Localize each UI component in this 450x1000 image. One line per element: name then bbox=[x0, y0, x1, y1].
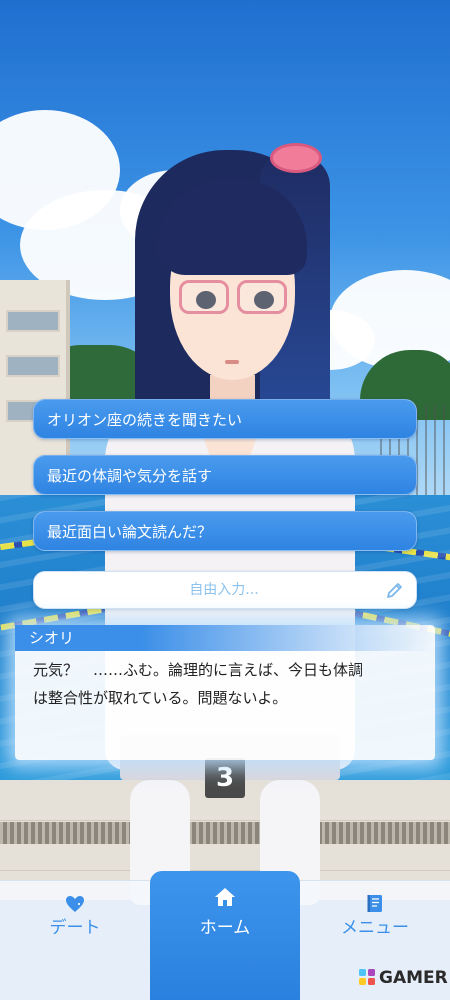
choice-button-condition[interactable]: 最近の体調や気分を話す bbox=[33, 455, 417, 495]
dialogue-line: は整合性が取れている。問題ないよ。 bbox=[33, 689, 288, 707]
choice-button-paper[interactable]: 最近面白い論文読んだ？ bbox=[33, 511, 417, 551]
choice-button-orion[interactable]: オリオン座の続きを聞きたい bbox=[33, 399, 417, 439]
choice-list: オリオン座の続きを聞きたい 最近の体調や気分を話す 最近面白い論文読んだ？ bbox=[33, 399, 417, 567]
dialogue-box[interactable]: シオリ 元気？ ……ふむ。論理的に言えば、今日も体調 は整合性が取れている。問題… bbox=[15, 625, 435, 760]
home-icon bbox=[215, 888, 235, 906]
pencil-icon[interactable] bbox=[385, 580, 405, 600]
free-input-box[interactable] bbox=[33, 571, 417, 609]
glasses bbox=[175, 280, 291, 316]
lane-number-block: 3 bbox=[205, 758, 245, 798]
gamer-logo-icon bbox=[359, 969, 375, 985]
scrunchie bbox=[270, 143, 322, 173]
nav-date-button[interactable]: デート bbox=[0, 881, 150, 1000]
free-input-field[interactable] bbox=[34, 572, 374, 608]
gamer-watermark: GAMER bbox=[358, 968, 448, 990]
nav-home-label: ホーム bbox=[199, 918, 251, 938]
speaker-name: シオリ bbox=[15, 625, 435, 651]
dialogue-line: 元気？ ……ふむ。論理的に言えば、今日も体調 bbox=[33, 661, 364, 679]
nav-menu-label: メニュー bbox=[341, 918, 409, 938]
nav-date-label: デート bbox=[49, 918, 101, 938]
nav-home-button[interactable]: ホーム bbox=[150, 871, 300, 1000]
watermark-text: GAMER bbox=[379, 968, 448, 988]
character-mouth bbox=[225, 360, 239, 364]
